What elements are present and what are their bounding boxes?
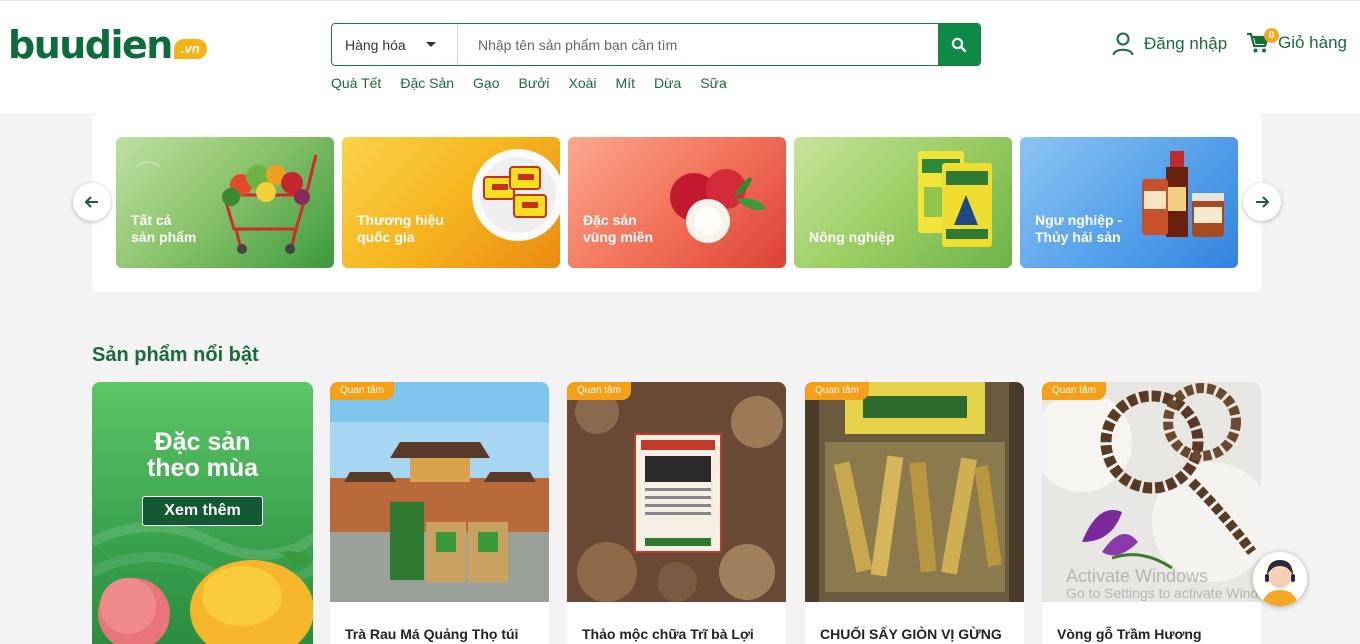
quick-link[interactable]: Quà Tết <box>331 75 381 91</box>
quick-link[interactable]: Sữa <box>700 75 727 91</box>
product-name[interactable]: Thảo mộc chữa Trĩ bà Lợi <box>582 626 777 642</box>
arrow-right-icon <box>1256 196 1270 208</box>
user-icon <box>1112 32 1134 56</box>
seasonal-promo-banner[interactable]: Đặc sản theo mùa Xem thêm <box>92 382 313 644</box>
interest-badge: Quan tâm <box>567 382 631 400</box>
category-card-fishery[interactable]: Ngư nghiệp - Thủy hải sản <box>1020 137 1238 268</box>
product-image[interactable]: Quan tâm <box>330 382 549 602</box>
product-card[interactable]: Quan tâm CHUỐI SẤY GIÒN VỊ GỪNG <box>805 382 1024 644</box>
search-category-select[interactable]: Hàng hóa <box>332 24 458 65</box>
category-label: Nông nghiệp <box>809 229 895 245</box>
citadel-photo <box>330 382 549 602</box>
chat-support-button[interactable] <box>1253 552 1307 606</box>
chevron-down-icon <box>426 42 436 47</box>
product-name[interactable]: Vòng gỗ Trầm Hương <box>1057 626 1252 642</box>
search-category-value: Hàng hóa <box>345 36 406 53</box>
category-label: Đặc sản vùng miền <box>583 212 654 245</box>
site-header: buudien .vn Hàng hóa Quà Tết Đặc Sản Gạo… <box>0 0 1360 113</box>
product-card[interactable]: Quan tâm Trà Rau Má Quảng Thọ túi <box>330 382 549 644</box>
quick-link[interactable]: Xoài <box>569 75 597 91</box>
lychee-illustration <box>670 169 766 243</box>
dried-banana-photo <box>805 382 1024 602</box>
quick-link[interactable]: Đặc Sản <box>400 75 454 91</box>
quick-link[interactable]: Gạo <box>473 75 499 91</box>
quick-link[interactable]: Dừa <box>654 75 681 91</box>
product-image[interactable]: Quan tâm <box>567 382 786 602</box>
cart-button[interactable]: 0 Giỏ hàng <box>1246 28 1347 54</box>
carousel-next-button[interactable] <box>1243 183 1281 221</box>
login-button[interactable]: Đăng nhập <box>1112 32 1227 56</box>
quick-links: Quà Tết Đặc Sản Gạo Bưởi Xoài Mít Dừa Sữ… <box>331 75 746 91</box>
section-title: Sản phẩm nổi bật <box>92 344 259 366</box>
category-card-regional-specialty[interactable]: Đặc sản vùng miền <box>568 137 786 268</box>
quick-link[interactable]: Mít <box>616 75 635 91</box>
category-card-agriculture[interactable]: Nông nghiệp <box>794 137 1012 268</box>
category-label: Tất cả sản phẩm <box>131 212 197 245</box>
category-card-national-brand[interactable]: Thương hiệu quốc gia <box>342 137 560 268</box>
shopping-cart-illustration <box>135 154 318 254</box>
search-input[interactable] <box>458 24 938 65</box>
site-logo[interactable]: buudien .vn <box>8 25 207 65</box>
interest-badge: Quan tâm <box>805 382 869 400</box>
search-button[interactable] <box>938 24 980 65</box>
carousel-prev-button[interactable] <box>73 183 111 221</box>
category-carousel: Tất cả sản phẩm Thương hiệu quốc gia Đặc… <box>92 113 1262 292</box>
promo-title: Đặc sản theo mùa <box>146 428 259 482</box>
product-name[interactable]: CHUỐI SẤY GIÒN VỊ GỪNG <box>820 626 1015 642</box>
search-bar: Hàng hóa <box>331 23 981 66</box>
cart-count-badge: 0 <box>1264 28 1279 43</box>
see-more-button[interactable]: Xem thêm <box>142 496 263 526</box>
category-label: Ngư nghiệp - Thủy hải sản <box>1035 212 1123 245</box>
category-label: Thương hiệu quốc gia <box>357 212 444 245</box>
product-card[interactable]: Quan tâm Vòng gỗ Trầm Hương <box>1042 382 1261 644</box>
product-image[interactable]: Quan tâm <box>805 382 1024 602</box>
category-card-all-products[interactable]: Tất cả sản phẩm <box>116 137 334 268</box>
product-plate-illustration <box>472 149 560 241</box>
rice-bag-illustration <box>918 151 992 247</box>
interest-badge: Quan tâm <box>1042 382 1106 400</box>
support-agent-icon <box>1253 552 1307 606</box>
fish-sauce-illustration <box>1142 151 1224 237</box>
interest-badge: Quan tâm <box>330 382 394 400</box>
logo-text: buudien <box>8 23 173 67</box>
cart-label: Giỏ hàng <box>1278 33 1347 52</box>
herbal-bag-photo <box>567 382 786 602</box>
search-icon <box>951 37 967 52</box>
product-card[interactable]: Quan tâm Thảo mộc chữa Trĩ bà Lợi <box>567 382 786 644</box>
product-name[interactable]: Trà Rau Má Quảng Thọ túi <box>345 626 540 642</box>
quick-link[interactable]: Bưởi <box>519 75 550 91</box>
logo-suffix: .vn <box>173 39 207 59</box>
login-label: Đăng nhập <box>1144 34 1228 53</box>
arrow-left-icon <box>84 196 98 208</box>
